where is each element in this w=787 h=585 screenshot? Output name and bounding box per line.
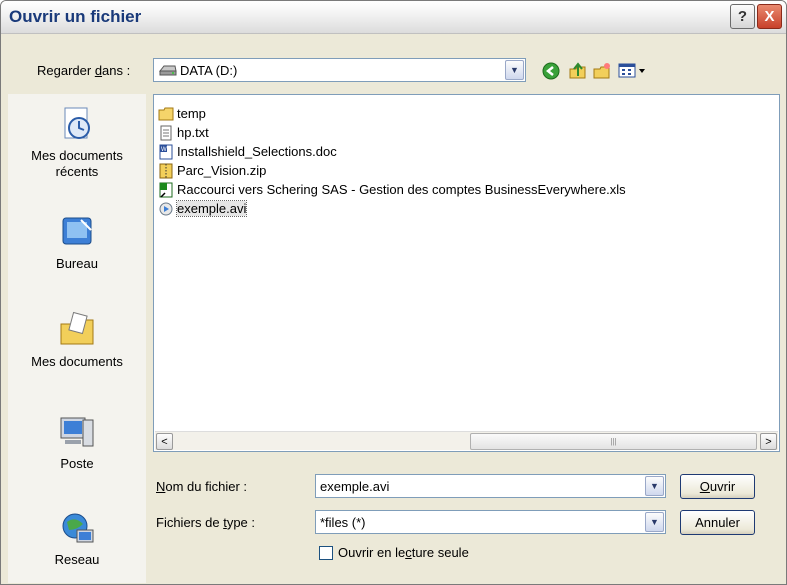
text-file-icon [160, 125, 172, 140]
scroll-thumb[interactable]: ||| [470, 433, 757, 450]
lookin-label: Regarder dans : [37, 63, 131, 78]
place-network-label: Reseau [54, 552, 100, 567]
help-button[interactable]: ? [730, 4, 755, 29]
close-button[interactable]: X [757, 4, 782, 29]
list-item[interactable]: exemple.avi [158, 199, 248, 218]
cancel-button[interactable]: Annuler [680, 510, 755, 535]
place-network[interactable]: Reseau [8, 508, 146, 567]
place-my-documents[interactable]: Mes documents [8, 310, 146, 369]
filename-field[interactable]: exemple.avi ▼ [315, 474, 666, 498]
chevron-down-icon[interactable]: ▼ [505, 60, 524, 80]
place-my-documents-label: Mes documents [31, 354, 123, 369]
list-item[interactable]: Parc_Vision.zip [158, 161, 266, 180]
filename-value: exemple.avi [320, 478, 390, 494]
excel-shortcut-icon [159, 182, 173, 198]
places-bar: Mes documents récents Bureau Mes documen… [8, 94, 146, 583]
scroll-left-button[interactable]: < [156, 433, 173, 450]
place-computer[interactable]: Poste [8, 412, 146, 471]
open-file-dialog: Ouvrir un fichier ? X Regarder dans : DA… [0, 0, 787, 585]
place-desktop[interactable]: Bureau [8, 212, 146, 271]
list-item[interactable]: hp.txt [158, 123, 209, 142]
place-recent-documents-label: Mes documents récents [31, 148, 123, 179]
views-menu-icon[interactable] [617, 61, 651, 81]
up-folder-icon[interactable] [568, 61, 588, 81]
file-name: Installshield_Selections.doc [177, 144, 337, 159]
back-arrow-icon[interactable] [541, 61, 561, 81]
word-document-icon: W [159, 144, 173, 159]
list-item[interactable]: temp [158, 104, 206, 123]
lookin-dropdown[interactable]: DATA (D:) ▼ [153, 58, 526, 82]
file-name: Parc_Vision.zip [177, 163, 267, 178]
svg-text:W: W [161, 147, 167, 153]
chevron-down-icon[interactable]: ▼ [645, 512, 664, 532]
filetype-select[interactable]: *files (*) ▼ [315, 510, 666, 534]
computer-icon [60, 417, 94, 447]
dialog-title: Ouvrir un fichier [9, 7, 142, 26]
drive-icon [159, 65, 177, 76]
scroll-right-button[interactable]: > [760, 433, 777, 450]
file-name: exemple.avi [175, 200, 248, 217]
list-item[interactable]: Raccourci vers Schering SAS - Gestion de… [158, 180, 626, 199]
open-button[interactable]: Ouvrir [680, 474, 755, 499]
place-recent-documents[interactable]: Mes documents récents [8, 104, 146, 180]
readonly-label: Ouvrir en lecture seule [338, 545, 469, 560]
folder-icon [158, 107, 174, 120]
network-icon [62, 513, 94, 543]
zip-file-icon [159, 163, 173, 178]
place-desktop-label: Bureau [56, 256, 98, 271]
desktop-icon [62, 217, 92, 245]
file-name: Raccourci vers Schering SAS - Gestion de… [177, 182, 626, 197]
title-bar[interactable]: Ouvrir un fichier ? X [1, 1, 786, 34]
lookin-value: DATA (D:) [180, 62, 238, 78]
media-file-icon [159, 202, 173, 215]
file-name: temp [177, 106, 206, 121]
filetype-value: *files (*) [320, 514, 366, 530]
my-documents-icon [60, 311, 94, 345]
file-name: hp.txt [177, 125, 209, 140]
recent-documents-icon [64, 107, 90, 139]
filename-label: Nom du fichier : [156, 479, 248, 494]
list-item[interactable]: W Installshield_Selections.doc [158, 142, 337, 161]
file-list[interactable]: temp hp.txt W Installshield_Selections.d… [153, 94, 780, 452]
new-folder-icon[interactable] [592, 61, 612, 81]
horizontal-scrollbar[interactable]: < ||| > [155, 431, 778, 450]
readonly-checkbox[interactable] [319, 546, 333, 560]
filetype-label: Fichiers de type : [156, 515, 256, 530]
chevron-down-icon[interactable]: ▼ [645, 476, 664, 496]
place-computer-label: Poste [60, 456, 94, 471]
